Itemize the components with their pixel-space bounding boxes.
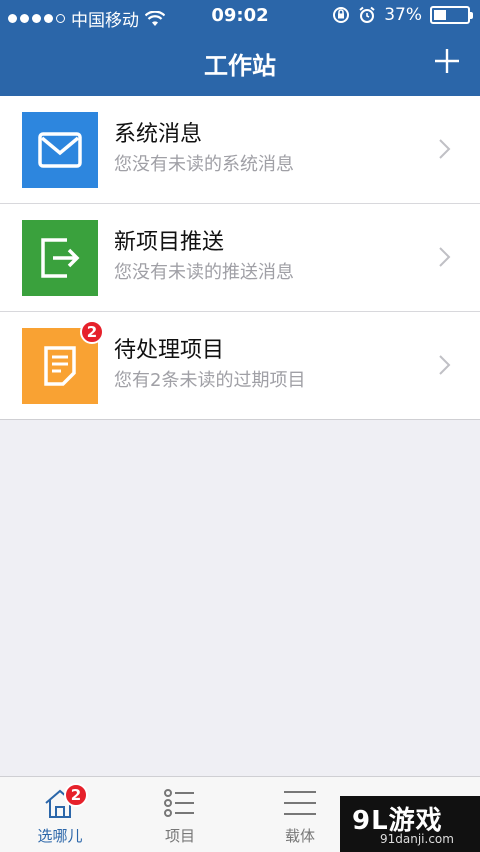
icon-tile — [22, 112, 98, 188]
chevron-right-icon — [439, 247, 451, 267]
battery-icon — [430, 6, 473, 24]
unread-badge: 2 — [80, 320, 104, 344]
tab-label: 项目 — [164, 827, 195, 845]
menu-icon — [284, 791, 316, 815]
tab-projects[interactable]: 项目 — [120, 777, 240, 852]
list-item-subtitle: 您没有未读的系统消息 — [114, 154, 294, 175]
tab-bar: 2 选哪儿 项目 载体 9L游戏 91danji.com — [0, 776, 480, 852]
message-list: 系统消息 您没有未读的系统消息 新项目推送 您没有未读的推送消息 2 待处理项目… — [0, 96, 480, 420]
icon-tile: 2 — [22, 320, 104, 404]
tab-label: 选哪儿 — [37, 827, 83, 845]
alarm-icon — [359, 6, 375, 23]
document-icon — [44, 346, 76, 386]
top-bar: 中国移动 09:02 37% 工作站 — [0, 0, 480, 96]
list-item-subtitle: 您没有未读的推送消息 — [114, 262, 294, 283]
list-item-subtitle: 您有2条未读的过期项目 — [114, 370, 306, 391]
watermark-domain: 91danji.com — [380, 832, 454, 846]
list-item-pending-projects[interactable]: 2 待处理项目 您有2条未读的过期项目 — [0, 312, 480, 420]
icon-tile — [22, 220, 98, 296]
status-bar: 中国移动 09:02 37% — [0, 0, 480, 32]
plus-icon[interactable] — [432, 46, 462, 76]
tab-badge: 2 — [64, 783, 88, 807]
list-item-title: 待处理项目 — [114, 338, 225, 363]
list-item-system-messages[interactable]: 系统消息 您没有未读的系统消息 — [0, 96, 480, 204]
page-title: 工作站 — [204, 52, 276, 80]
export-icon — [41, 238, 80, 278]
list-icon — [164, 789, 194, 817]
watermark-logo: 9L游戏 91danji.com — [340, 796, 480, 852]
list-item-new-project-push[interactable]: 新项目推送 您没有未读的推送消息 — [0, 204, 480, 312]
chevron-right-icon — [439, 355, 451, 375]
list-item-title: 系统消息 — [114, 122, 203, 147]
mail-icon — [38, 132, 82, 168]
rotation-lock-icon — [333, 7, 350, 23]
status-right: 37% — [332, 5, 473, 25]
tab-home[interactable]: 2 选哪儿 — [0, 777, 120, 852]
chevron-right-icon — [439, 139, 451, 159]
list-item-title: 新项目推送 — [114, 230, 225, 255]
battery-percent: 37% — [384, 5, 422, 25]
